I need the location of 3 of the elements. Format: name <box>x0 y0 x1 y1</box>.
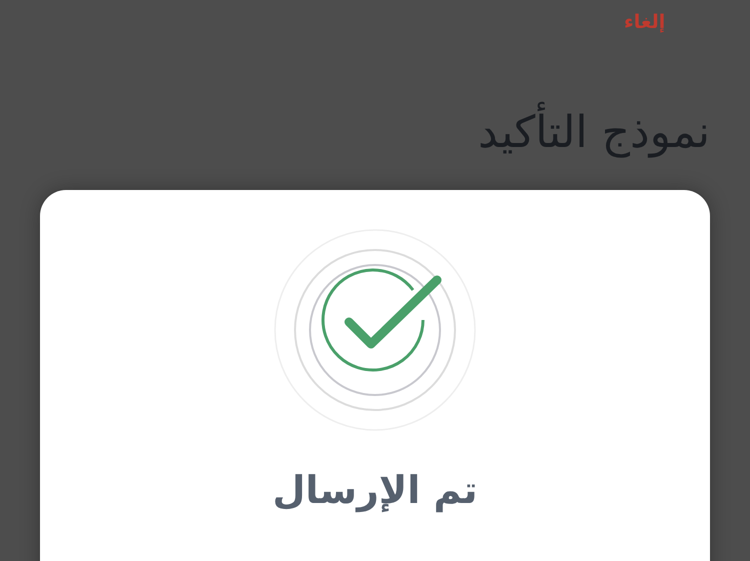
success-check-icon <box>273 228 477 432</box>
status-title: تم الإرسال <box>271 467 479 514</box>
cancel-link[interactable]: إلغاء <box>624 8 666 48</box>
